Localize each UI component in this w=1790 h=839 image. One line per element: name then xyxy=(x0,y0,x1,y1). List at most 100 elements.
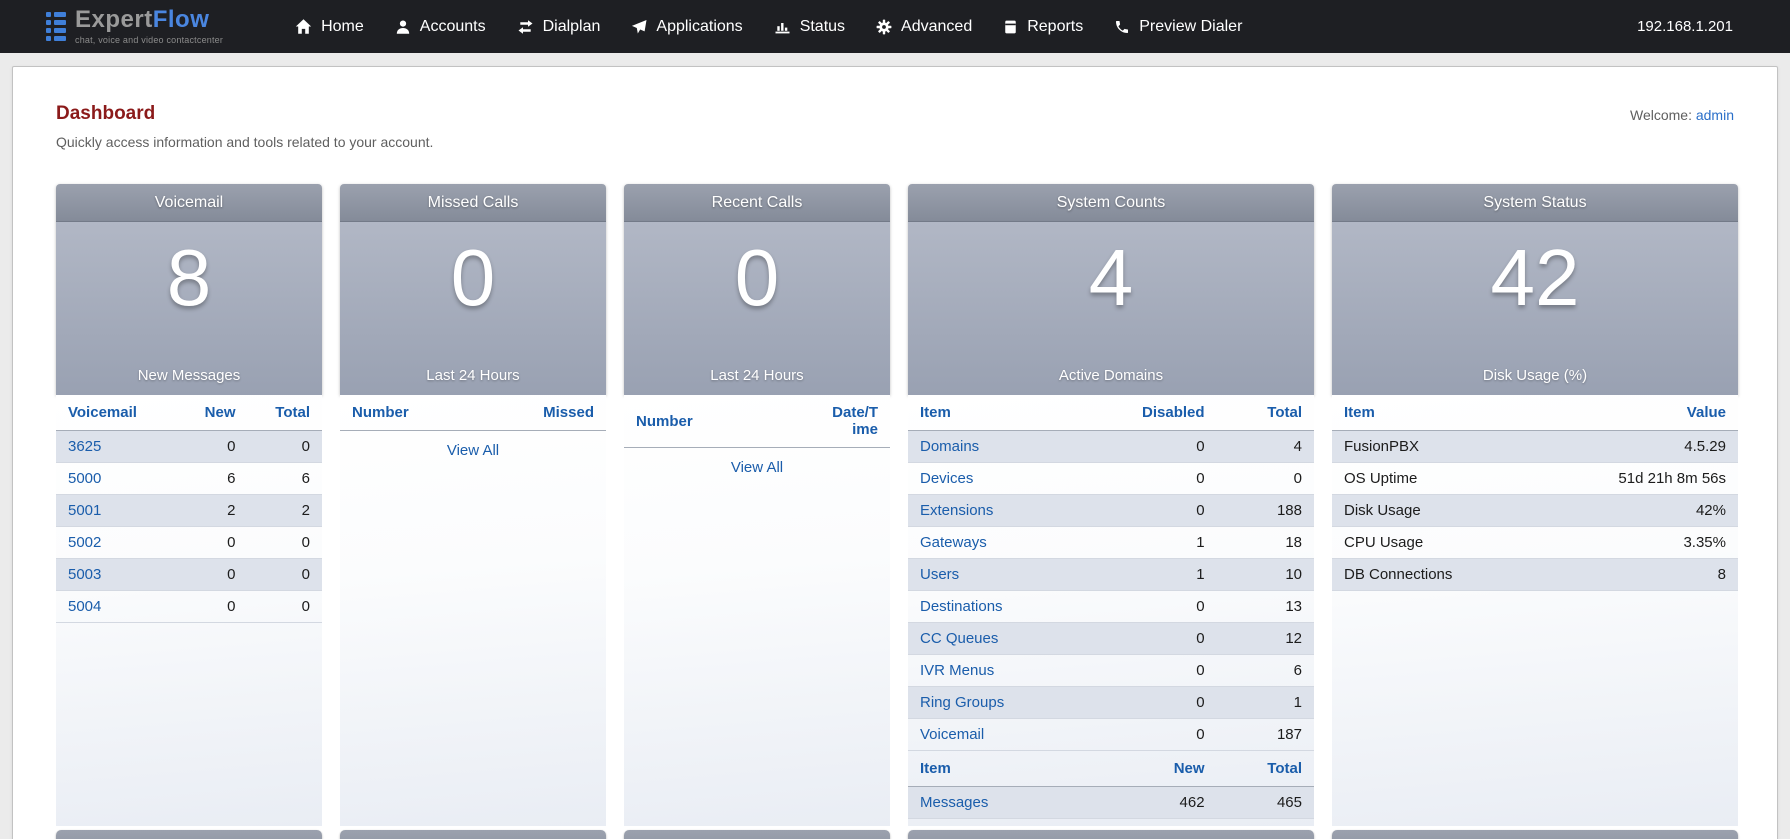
row-link[interactable]: Ring Groups xyxy=(920,694,1004,711)
table-row: 500300 xyxy=(56,559,322,591)
row-value-cell: 6 xyxy=(1217,655,1314,687)
row-link[interactable]: IVR Menus xyxy=(920,662,994,679)
row-value-cell: FusionPBX xyxy=(1332,431,1555,463)
card-big-number-area: 42Disk Usage (%) xyxy=(1332,222,1738,395)
card-widget: Voicemail8New Messages xyxy=(56,184,322,395)
card-table: NumberMissed xyxy=(340,395,606,431)
card-table-panel: VoicemailNewTotal36250050006650012250020… xyxy=(56,395,322,826)
menu-item-applications[interactable]: Applications xyxy=(629,12,744,42)
row-link[interactable]: 5004 xyxy=(68,598,101,615)
menu-item-label: Applications xyxy=(656,18,742,36)
row-value-cell: 1 xyxy=(1217,687,1314,719)
row-value-cell: 8 xyxy=(1555,559,1738,591)
bar-chart-icon xyxy=(774,19,791,35)
row-value-cell: CPU Usage xyxy=(1332,527,1555,559)
view-all-link[interactable]: View All xyxy=(731,459,783,476)
menu-item-advanced[interactable]: Advanced xyxy=(874,12,974,42)
dashboard-card-recent-calls: Recent Calls0Last 24 HoursNumberDate/Tim… xyxy=(624,184,890,839)
row-label-cell: Destinations xyxy=(908,591,1119,623)
row-link[interactable]: Destinations xyxy=(920,598,1003,615)
row-label-cell: 5003 xyxy=(56,559,176,591)
row-link[interactable]: 5001 xyxy=(68,502,101,519)
row-value-cell: 0 xyxy=(176,591,248,623)
row-value-cell: 51d 21h 8m 56s xyxy=(1555,463,1738,495)
row-value-cell: 0 xyxy=(1119,719,1216,751)
column-header: Voicemail xyxy=(56,395,176,431)
menu-item-label: Accounts xyxy=(420,18,486,36)
next-row-card-header-partial xyxy=(624,830,890,839)
row-link[interactable]: 5002 xyxy=(68,534,101,551)
menu-item-accounts[interactable]: Accounts xyxy=(393,12,488,42)
row-link[interactable]: 5000 xyxy=(68,470,101,487)
table-row: 500200 xyxy=(56,527,322,559)
row-label-cell: Gateways xyxy=(908,527,1119,559)
table-row: 500066 xyxy=(56,463,322,495)
column-header: Value xyxy=(1555,395,1738,431)
row-link[interactable]: 5003 xyxy=(68,566,101,583)
view-all-link[interactable]: View All xyxy=(447,442,499,459)
menu-item-status[interactable]: Status xyxy=(772,12,847,42)
row-link[interactable]: Devices xyxy=(920,470,973,487)
card-widget: System Counts4Active Domains xyxy=(908,184,1314,395)
card-title: System Status xyxy=(1332,184,1738,222)
menu-item-dialplan[interactable]: Dialplan xyxy=(515,12,603,42)
column-header: Disabled xyxy=(1119,395,1216,431)
card-big-value: 42 xyxy=(1491,238,1580,318)
app-logo[interactable]: ExpertFlow chat, voice and video contact… xyxy=(46,8,223,45)
menu-item-label: Dialplan xyxy=(543,18,601,36)
menu-item-reports[interactable]: Reports xyxy=(1001,12,1085,42)
menu-item-label: Status xyxy=(800,18,845,36)
row-value-cell: 1 xyxy=(1119,527,1216,559)
row-link[interactable]: Messages xyxy=(920,794,988,811)
column-header: Total xyxy=(1217,751,1314,787)
welcome-user-link[interactable]: admin xyxy=(1696,107,1734,123)
row-value-cell: 0 xyxy=(1119,431,1216,463)
row-link[interactable]: Extensions xyxy=(920,502,993,519)
dashboard-cards-row: Voicemail8New MessagesVoicemailNewTotal3… xyxy=(56,184,1734,839)
row-value-cell: 4 xyxy=(1217,431,1314,463)
table-row: Voicemail0187 xyxy=(908,719,1314,751)
row-link[interactable]: Voicemail xyxy=(920,726,984,743)
column-header: Number xyxy=(624,395,818,448)
dashboard-card-system-status: System Status42Disk Usage (%)ItemValueFu… xyxy=(1332,184,1738,839)
logo-grid-icon xyxy=(46,12,66,41)
row-value-cell: 10 xyxy=(1217,559,1314,591)
row-label-cell: Users xyxy=(908,559,1119,591)
top-navbar: ExpertFlow chat, voice and video contact… xyxy=(0,0,1790,53)
row-link[interactable]: Gateways xyxy=(920,534,987,551)
row-value-cell: 0 xyxy=(1217,463,1314,495)
card-big-number-area: 0Last 24 Hours xyxy=(624,222,890,395)
column-header: New xyxy=(176,395,248,431)
row-label-cell: 5002 xyxy=(56,527,176,559)
row-value-cell: 42% xyxy=(1555,495,1738,527)
next-row-card-header-partial xyxy=(908,830,1314,839)
row-value-cell: 2 xyxy=(248,495,323,527)
row-label-cell: Domains xyxy=(908,431,1119,463)
column-header: New xyxy=(1119,751,1216,787)
menu-item-label: Reports xyxy=(1027,18,1083,36)
menu-item-label: Advanced xyxy=(901,18,972,36)
next-row-card-header-partial xyxy=(1332,830,1738,839)
row-link[interactable]: CC Queues xyxy=(920,630,998,647)
row-value-cell: 12 xyxy=(1217,623,1314,655)
row-value-cell: 0 xyxy=(1119,591,1216,623)
menu-item-home[interactable]: Home xyxy=(293,12,366,42)
row-link[interactable]: Users xyxy=(920,566,959,583)
table-row: 362500 xyxy=(56,431,322,463)
view-all-row: View All xyxy=(340,431,606,471)
row-link[interactable]: 3625 xyxy=(68,438,101,455)
row-label-cell: Voicemail xyxy=(908,719,1119,751)
card-widget: Recent Calls0Last 24 Hours xyxy=(624,184,890,395)
row-link[interactable]: Domains xyxy=(920,438,979,455)
view-all-row: View All xyxy=(624,448,890,488)
card-big-value: 4 xyxy=(1089,238,1134,318)
card-table-panel: ItemDisabledTotalDomains04Devices00Exten… xyxy=(908,395,1314,826)
row-value-cell: 0 xyxy=(1119,687,1216,719)
card-big-value: 0 xyxy=(451,238,496,318)
row-label-cell: Messages xyxy=(908,787,1119,819)
menu-item-preview-dialer[interactable]: Preview Dialer xyxy=(1112,12,1244,42)
row-value-cell: OS Uptime xyxy=(1332,463,1555,495)
menu-item-label: Preview Dialer xyxy=(1139,18,1242,36)
page-subtitle: Quickly access information and tools rel… xyxy=(56,134,433,150)
row-value-cell: 465 xyxy=(1217,787,1314,819)
